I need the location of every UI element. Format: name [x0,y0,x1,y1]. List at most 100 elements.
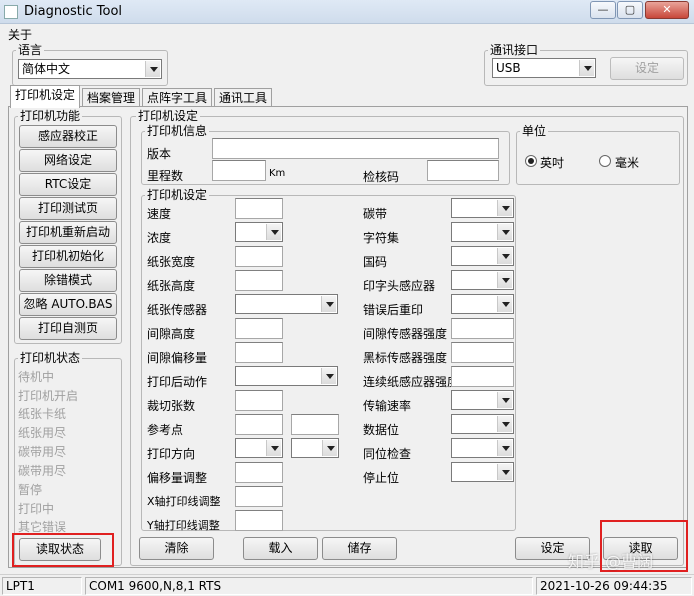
gap-height-field[interactable] [235,318,283,339]
charset-select[interactable] [451,222,514,242]
x-line-adjust-field[interactable] [235,486,283,507]
chevron-down-icon [497,200,512,216]
tab-comm-tool[interactable]: 通讯工具 [214,88,272,107]
unit-mm-label: 毫米 [615,156,640,170]
data-bits-select[interactable] [451,414,514,434]
print-test-page-button[interactable]: 打印测试页 [19,197,117,220]
printer-settings-label: 打印机设定 [136,109,201,123]
chevron-down-icon [497,464,512,480]
ignore-autobas-button[interactable]: 忽略 AUTO.BAS [19,293,117,316]
ribbon-label: 碳带 [363,207,388,221]
black-mark-sensor-intensity-label: 黑标传感器强度 [363,351,448,365]
cut-count-field[interactable] [235,390,283,411]
chevron-down-icon [497,272,512,288]
rtc-settings-button[interactable]: RTC设定 [19,173,117,196]
language-value: 简体中文 [22,62,71,76]
menu-item-about[interactable]: 关于 [8,26,32,43]
gap-sensor-intensity-label: 间隙传感器强度 [363,327,448,341]
status-standby: 待机中 [18,370,55,384]
chevron-down-icon [497,248,512,264]
reference-point-y-field[interactable] [291,414,339,435]
paper-sensor-label: 纸张传感器 [147,303,208,317]
continuous-sensor-intensity-label: 连续纸感应器强度 [363,375,454,389]
load-button[interactable]: 载入 [243,537,318,560]
paper-width-field[interactable] [235,246,283,267]
save-button[interactable]: 储存 [322,537,397,560]
offset-adjust-field[interactable] [235,462,283,483]
charset-label: 字符集 [363,231,400,245]
stop-bits-select[interactable] [451,462,514,482]
minimize-button[interactable]: — [590,1,616,19]
version-label: 版本 [147,147,172,161]
comm-set-button[interactable]: 设定 [610,57,684,80]
stop-bits-label: 停止位 [363,471,400,485]
menu-bar: 关于 [0,24,694,42]
tab-printer-settings[interactable]: 打印机设定 [10,85,80,108]
print-self-test-button[interactable]: 打印自测页 [19,317,117,340]
restart-printer-button[interactable]: 打印机重新启动 [19,221,117,244]
black-mark-sensor-intensity-field[interactable] [451,342,514,363]
clear-button[interactable]: 清除 [139,537,214,560]
sensor-calibration-button[interactable]: 感应器校正 [19,125,117,148]
gap-sensor-intensity-field[interactable] [451,318,514,339]
network-settings-button[interactable]: 网络设定 [19,149,117,172]
y-line-adjust-field[interactable] [235,510,283,531]
head-sensor-select[interactable] [451,270,514,290]
comm-group-label: 通讯接口 [488,43,541,57]
chevron-down-icon [266,224,281,240]
post-print-action-label: 打印后动作 [147,375,208,389]
maximize-button[interactable]: ▢ [617,1,643,19]
unit-group-label: 单位 [520,124,549,138]
unit-inch-radio[interactable] [525,155,537,167]
print-direction-select-2[interactable] [291,438,339,458]
status-port: LPT1 [2,577,82,595]
density-select[interactable] [235,222,283,242]
paper-height-field[interactable] [235,270,283,291]
head-sensor-label: 印字头感应器 [363,279,436,293]
tab-file-management[interactable]: 档案管理 [82,88,140,107]
status-ribbon-out: 碳带用尽 [18,445,67,459]
language-select[interactable]: 简体中文 [18,59,162,79]
reprint-after-error-select[interactable] [451,294,514,314]
checksum-field[interactable] [427,160,499,181]
initialize-printer-button[interactable]: 打印机初始化 [19,245,117,268]
language-group-label: 语言 [16,43,45,57]
speed-field[interactable] [235,198,283,219]
gap-offset-field[interactable] [235,342,283,363]
reference-point-x-field[interactable] [235,414,283,435]
country-code-select[interactable] [451,246,514,266]
chevron-down-icon [145,61,160,77]
chevron-down-icon [497,392,512,408]
ribbon-select[interactable] [451,198,514,218]
window-title: Diagnostic Tool [24,4,123,19]
watermark: 知乎 @曹阔 [568,552,654,571]
status-pause: 暂停 [18,483,43,497]
tab-bitmap-font-tool[interactable]: 点阵字工具 [142,88,212,107]
chevron-down-icon [321,368,336,384]
status-datetime: 2021-10-26 09:44:35 [536,577,692,595]
version-field[interactable] [212,138,499,159]
comm-select[interactable]: USB [492,58,596,78]
debug-mode-button[interactable]: 除错模式 [19,269,117,292]
parity-select[interactable] [451,438,514,458]
parity-label: 同位检查 [363,447,412,461]
close-button[interactable]: ✕ [645,1,689,19]
chevron-down-icon [579,60,594,76]
continuous-sensor-intensity-field[interactable] [451,366,514,387]
print-direction-select-1[interactable] [235,438,283,458]
highlight-box-read-status [12,533,114,567]
paper-width-label: 纸张宽度 [147,255,196,269]
baud-rate-select[interactable] [451,390,514,410]
post-print-action-select[interactable] [235,366,338,386]
reprint-after-error-label: 错误后重印 [363,303,424,317]
mileage-field[interactable] [212,160,266,181]
status-paper-out: 纸张用尽 [18,426,67,440]
chevron-down-icon [322,440,337,456]
chevron-down-icon [497,440,512,456]
y-line-adjust-label: Y轴打印线调整 [147,519,220,532]
paper-sensor-select[interactable] [235,294,338,314]
unit-mm-radio[interactable] [599,155,611,167]
status-printer-open: 打印机开启 [18,389,79,403]
printer-functions-label: 打印机功能 [18,109,83,123]
chevron-down-icon [497,224,512,240]
